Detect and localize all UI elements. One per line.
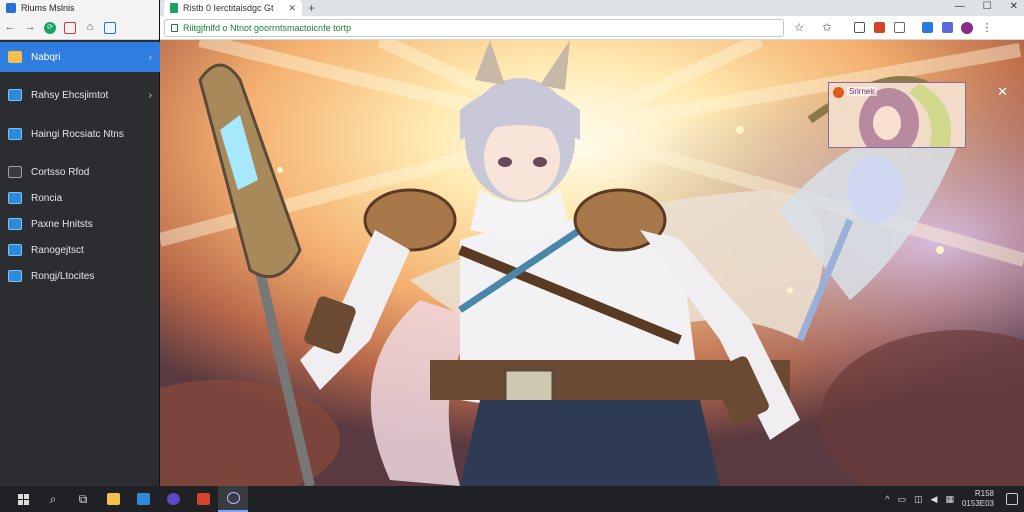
- browser-tab[interactable]: Ristb 0 Ierctitaisdgc Gt ✕: [164, 0, 302, 16]
- close-overlay-icon[interactable]: ✕: [997, 84, 1008, 100]
- sidebar-item[interactable]: Cortsso Rfod: [0, 160, 160, 184]
- extension-icon[interactable]: [920, 21, 934, 35]
- back-arrow-icon[interactable]: ←: [4, 22, 16, 34]
- minimize-icon[interactable]: —: [955, 1, 965, 12]
- grid-view-icon[interactable]: [104, 21, 116, 34]
- lock-icon: [171, 23, 178, 32]
- store-taskbar-icon[interactable]: [128, 486, 158, 512]
- sidebar-item-label: Nabqri: [31, 51, 61, 63]
- preview-label: Srirneir: [847, 87, 877, 96]
- address-bar[interactable]: Riitgjfnlfd o Ntnot goorrntsmactoicnfe t…: [164, 18, 784, 37]
- monitor-icon: [8, 192, 22, 204]
- refresh-icon[interactable]: ⟳: [44, 21, 56, 34]
- explorer-toolbar: ← → ⟳ ⌂: [0, 16, 159, 40]
- web-content[interactable]: Srirneir ✕: [160, 40, 1024, 486]
- explorer-title-bar: Rlums Mslnis: [0, 0, 159, 16]
- picture-in-picture-preview[interactable]: Srirneir: [828, 82, 966, 148]
- file-explorer-taskbar-icon[interactable]: [98, 486, 128, 512]
- sidebar-item-label: Rahsy Ehcsjimtot: [31, 89, 109, 101]
- sidebar-item-label: Haingi Rocsiatc Ntns: [31, 128, 124, 140]
- monitor-icon: [8, 270, 22, 282]
- explorer-window-title: Rlums Mslnis: [21, 3, 75, 13]
- preview-app-icon: [833, 87, 844, 98]
- new-tab-icon[interactable]: +: [308, 1, 315, 15]
- tab-strip: Ristb 0 Ierctitaisdgc Gt ✕ + — ☐ ✕: [160, 0, 1024, 16]
- forward-arrow-icon[interactable]: →: [24, 22, 36, 34]
- close-tab-icon[interactable]: ✕: [288, 3, 296, 14]
- bookmark-star-icon[interactable]: ✩: [820, 21, 834, 35]
- extension-icon[interactable]: [892, 21, 906, 35]
- battery-icon[interactable]: ▭: [898, 494, 907, 505]
- sidebar-item-label: Rongj/Ltocites: [31, 270, 95, 282]
- extension-icon[interactable]: [852, 21, 866, 35]
- sidebar-item-label: Cortsso Rfod: [31, 166, 90, 178]
- chevron-up-icon[interactable]: ^: [885, 494, 889, 504]
- tab-favicon-icon: [170, 3, 178, 13]
- star-icon[interactable]: ☆: [792, 21, 806, 35]
- clock-time: R158: [974, 489, 994, 498]
- monitor-icon: [8, 89, 22, 101]
- maximize-icon[interactable]: ☐: [983, 1, 992, 12]
- tab-title: Ristb 0 Ierctitaisdgc Gt: [183, 3, 274, 13]
- start-windows-icon[interactable]: [8, 486, 38, 512]
- chevron-right-icon[interactable]: ›: [149, 90, 152, 101]
- search-icon[interactable]: ⌕: [38, 486, 68, 512]
- input-method-icon[interactable]: ▦: [945, 494, 954, 505]
- profile-avatar-icon[interactable]: [960, 21, 974, 35]
- sidebar-item[interactable]: Haingi Rocsiatc Ntns: [0, 120, 160, 148]
- menu-icon[interactable]: ⋮: [980, 21, 994, 35]
- close-window-icon[interactable]: ✕: [1010, 1, 1018, 12]
- sidebar-item-label: Ranogejtsct: [31, 244, 84, 256]
- sidebar-item[interactable]: Rahsy Ehcsjimtot ›: [0, 80, 160, 110]
- browser-window: Ristb 0 Ierctitaisdgc Gt ✕ + — ☐ ✕ Riitg…: [160, 0, 1024, 486]
- office-taskbar-icon[interactable]: [188, 486, 218, 512]
- window-controls: — ☐ ✕: [955, 1, 1018, 12]
- explorer-app-icon: [6, 3, 16, 13]
- sidebar-item-label: Roncia: [31, 192, 63, 204]
- sidebar-item[interactable]: Roncia: [0, 186, 160, 210]
- file-explorer-window: Rlums Mslnis ← → ⟳ ⌂ Nabqri › Rahsy Ehcsji…: [0, 0, 160, 486]
- extension-icon[interactable]: [872, 21, 886, 35]
- clock-date: 0153E03: [961, 499, 994, 508]
- volume-icon[interactable]: ◀: [931, 494, 938, 505]
- sidebar-item[interactable]: Ranogejtsct: [0, 238, 160, 262]
- extension-icon[interactable]: [940, 21, 954, 35]
- system-tray: ^ ▭ ◫ ◀ ▦ R158 0153E03: [885, 486, 994, 512]
- document-icon: [8, 166, 22, 178]
- monitor-icon: [8, 244, 22, 256]
- notification-center-icon[interactable]: [1006, 493, 1018, 505]
- desktop: Rlums Mslnis ← → ⟳ ⌂ Nabqri › Rahsy Ehcsji…: [0, 0, 1024, 512]
- home-icon[interactable]: ⌂: [84, 22, 96, 34]
- monitor-icon: [8, 128, 22, 140]
- folder-icon: [8, 51, 22, 63]
- browser-taskbar-icon[interactable]: [158, 486, 188, 512]
- address-text: Riitgjfnlfd o Ntnot goorrntsmactoicnfe t…: [183, 22, 352, 33]
- system-clock[interactable]: R158 0153E03: [962, 489, 994, 509]
- active-app-taskbar-icon[interactable]: [218, 486, 248, 512]
- bookmark-icon[interactable]: [64, 21, 76, 34]
- sidebar-item[interactable]: Paxne Hnitsts: [0, 212, 160, 236]
- task-view-icon[interactable]: ⧉: [68, 486, 98, 512]
- chevron-right-icon[interactable]: ›: [149, 52, 152, 63]
- taskbar: ⌕ ⧉ ^ ▭ ◫ ◀ ▦ R158 0153E03: [0, 486, 1024, 512]
- browser-toolbar: Riitgjfnlfd o Ntnot goorrntsmactoicnfe t…: [160, 16, 1024, 40]
- network-icon[interactable]: ◫: [914, 494, 923, 505]
- monitor-icon: [8, 218, 22, 230]
- sidebar-item-label: Paxne Hnitsts: [31, 218, 93, 230]
- sidebar-item[interactable]: Nabqri ›: [0, 42, 160, 72]
- sidebar-item[interactable]: Rongj/Ltocites: [0, 264, 160, 288]
